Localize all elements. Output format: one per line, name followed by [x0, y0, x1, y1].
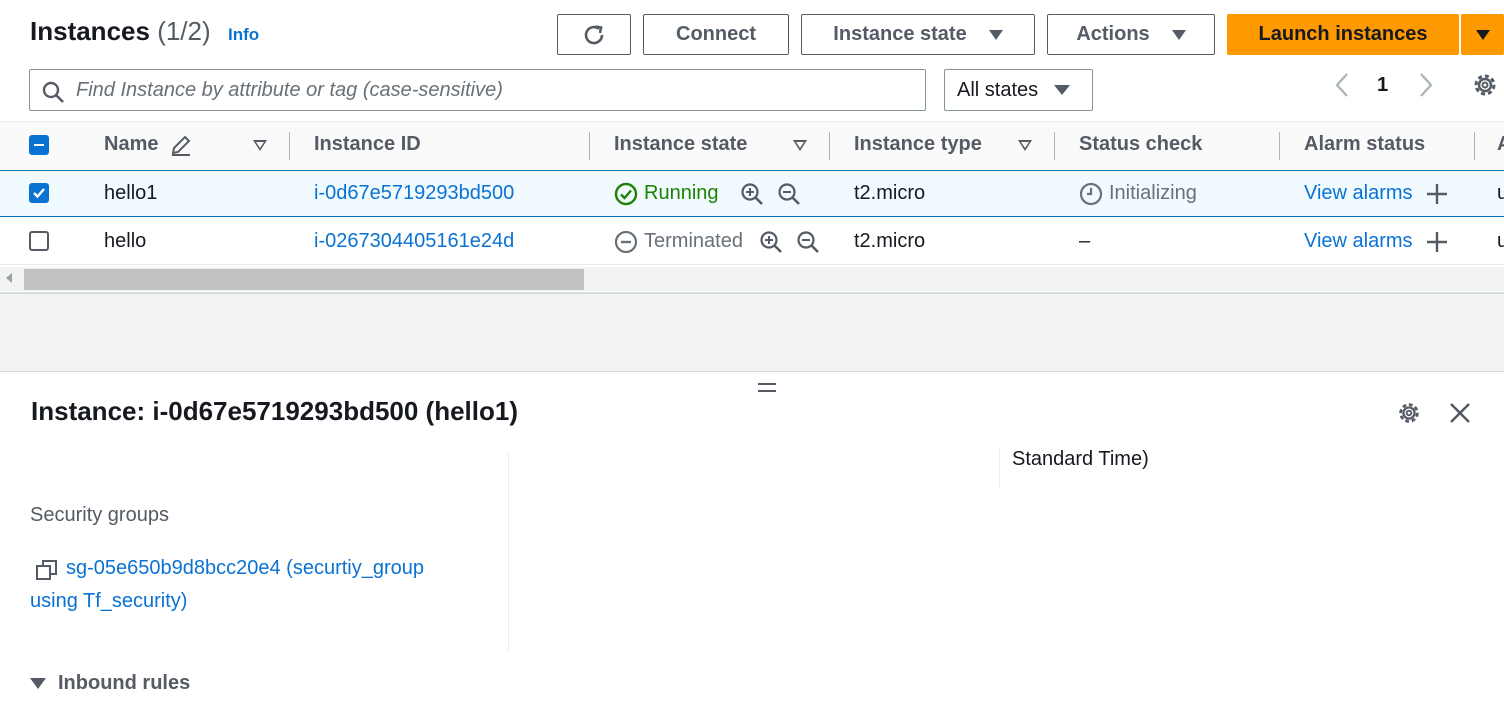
inbound-rules-label: Inbound rules — [58, 672, 191, 694]
zoom-in-icon[interactable] — [740, 182, 764, 206]
page-number[interactable]: 1 — [1377, 74, 1388, 97]
instance-type: t2.micro — [854, 230, 926, 252]
sort-icon[interactable] — [1018, 140, 1032, 151]
scroll-left-arrow-icon[interactable] — [6, 273, 12, 283]
clipped-value-text: Standard Time) — [1012, 448, 1149, 470]
close-icon — [1450, 403, 1470, 423]
column-divider[interactable] — [589, 132, 590, 160]
zoom-in-icon[interactable] — [759, 230, 783, 254]
detail-pane-title: Instance: i-0d67e5719293bd500 (hello1) — [31, 396, 519, 426]
status-success-icon — [614, 182, 638, 206]
checkmark-icon — [33, 188, 45, 199]
actions-label: Actions — [1076, 23, 1150, 45]
view-alarms-link[interactable]: View alarms — [1304, 230, 1413, 253]
copy-icon[interactable] — [35, 558, 59, 582]
column-divider — [999, 448, 1000, 488]
zoom-out-icon[interactable] — [796, 230, 820, 254]
search-icon — [42, 81, 64, 103]
truncated-cell: u — [1497, 182, 1504, 204]
sort-icon[interactable] — [253, 140, 267, 151]
row-checkbox[interactable] — [29, 183, 49, 203]
edit-pencil-icon — [171, 135, 191, 156]
view-alarms-link[interactable]: View alarms — [1304, 182, 1413, 205]
prev-page-button[interactable] — [1334, 72, 1350, 105]
table-row[interactable] — [0, 218, 1504, 265]
connect-label: Connect — [676, 23, 756, 45]
table-settings-button[interactable] — [1471, 71, 1499, 104]
refresh-icon — [584, 24, 604, 44]
column-divider[interactable] — [1279, 132, 1280, 160]
column-header-instance-id[interactable]: Instance ID — [314, 133, 421, 156]
instance-id-link[interactable]: i-0267304405161e24d — [314, 230, 514, 253]
inbound-rules-toggle[interactable]: Inbound rules — [30, 672, 190, 695]
chevron-left-icon — [1335, 73, 1348, 97]
launch-dropdown-button[interactable] — [1461, 14, 1504, 55]
split-panel-gap — [0, 292, 1504, 372]
column-divider[interactable] — [1054, 132, 1055, 160]
close-detail-button[interactable] — [1448, 401, 1472, 430]
state-filter-select[interactable]: All states — [944, 69, 1093, 111]
launch-instances-button[interactable]: Launch instances — [1227, 14, 1459, 55]
info-link[interactable]: Info — [228, 25, 259, 45]
instance-state-text: Running — [644, 182, 719, 204]
column-header-instance-state[interactable]: Instance state — [614, 133, 747, 156]
next-page-button[interactable] — [1418, 72, 1434, 105]
column-header-alarm-status[interactable]: Alarm status — [1304, 133, 1425, 156]
caret-down-icon — [988, 29, 1003, 40]
page-title: Instances (1/2) — [30, 16, 211, 47]
instance-state-text: Terminated — [644, 230, 743, 252]
resize-handle-icon[interactable] — [758, 383, 776, 392]
caret-down-icon — [1054, 85, 1071, 95]
zoom-out-icon[interactable] — [777, 182, 801, 206]
security-group-link[interactable]: sg-05e650b9d8bcc20e4 (securtiy_group — [66, 557, 424, 580]
instance-type: t2.micro — [854, 182, 926, 204]
gear-icon — [1399, 403, 1419, 423]
truncated-cell: u — [1497, 230, 1504, 252]
column-divider — [508, 452, 509, 652]
instance-name: hello1 — [104, 182, 158, 204]
column-header-status-check[interactable]: Status check — [1079, 133, 1202, 156]
column-header-truncated[interactable]: A — [1497, 133, 1504, 156]
add-icon[interactable] — [1425, 182, 1449, 206]
sort-icon[interactable] — [793, 140, 807, 151]
instance-id-link[interactable]: i-0d67e5719293bd500 — [314, 182, 514, 205]
search-input[interactable] — [76, 76, 916, 104]
column-divider[interactable] — [829, 132, 830, 160]
column-divider[interactable] — [1474, 132, 1475, 160]
instance-state-button[interactable]: Instance state — [801, 14, 1035, 55]
detail-settings-button[interactable] — [1396, 400, 1422, 431]
column-header-instance-type[interactable]: Instance type — [854, 133, 982, 156]
column-header-name[interactable]: Name — [104, 133, 158, 156]
refresh-button[interactable] — [557, 14, 631, 55]
instance-name: hello — [104, 230, 147, 252]
status-check-text: Initializing — [1109, 182, 1197, 204]
add-icon[interactable] — [1425, 230, 1449, 254]
instance-state-label: Instance state — [833, 23, 967, 45]
column-divider[interactable] — [289, 132, 290, 160]
caret-down-icon — [30, 678, 46, 689]
instance-count: (1/2) — [157, 16, 211, 46]
row-checkbox[interactable] — [29, 231, 49, 251]
page-title-text: Instances — [30, 16, 150, 46]
chevron-right-icon — [1420, 73, 1433, 97]
security-group-link-continued[interactable]: using Tf_security) — [30, 590, 187, 613]
state-filter-value: All states — [957, 78, 1039, 101]
caret-down-icon — [1475, 29, 1490, 40]
select-all-checkbox[interactable] — [29, 135, 49, 155]
gear-icon — [1474, 74, 1496, 96]
status-stopped-icon — [614, 230, 638, 254]
actions-button[interactable]: Actions — [1047, 14, 1215, 55]
search-box[interactable] — [29, 69, 926, 111]
security-groups-label: Security groups — [30, 504, 169, 526]
launch-instances-label: Launch instances — [1258, 23, 1428, 45]
connect-button[interactable]: Connect — [643, 14, 789, 55]
clock-icon — [1079, 182, 1103, 206]
status-check-text: – — [1079, 230, 1091, 252]
scrollbar-thumb[interactable] — [24, 269, 584, 290]
caret-down-icon — [1171, 29, 1186, 40]
